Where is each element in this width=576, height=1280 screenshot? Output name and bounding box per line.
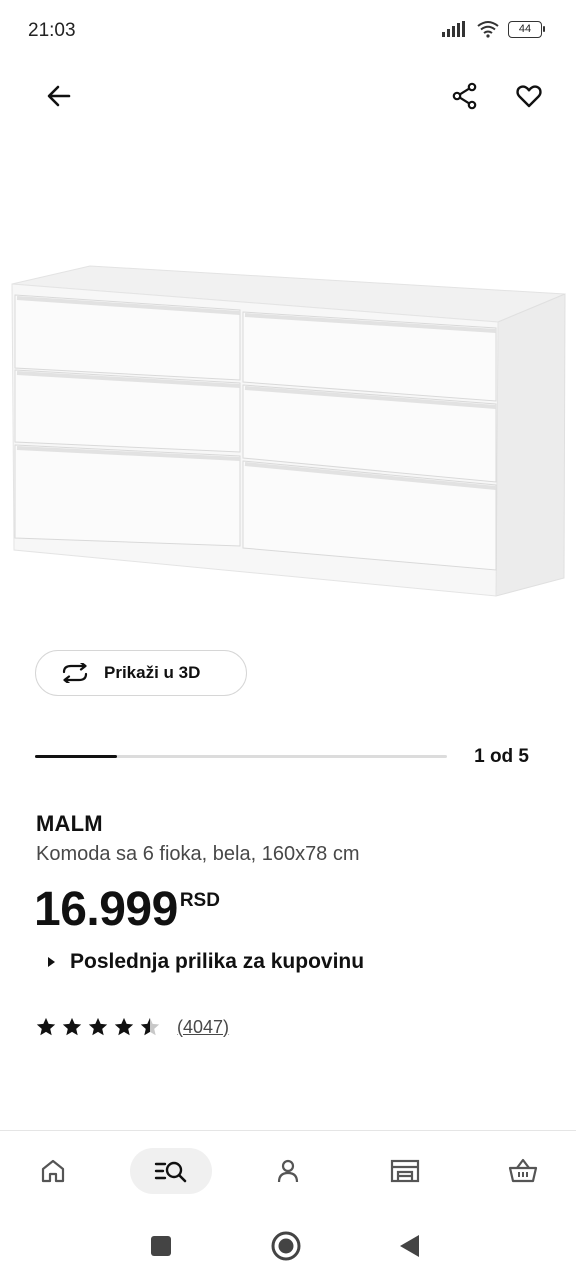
home-icon — [41, 1159, 65, 1183]
system-recents-button[interactable] — [139, 1224, 183, 1268]
battery-icon: 44 — [508, 20, 545, 38]
star-full-icon — [36, 1017, 56, 1036]
share-icon — [452, 82, 477, 110]
nav-cart[interactable] — [482, 1148, 564, 1194]
product-price: 16.999 RSD — [34, 882, 220, 938]
product-image[interactable] — [0, 240, 576, 610]
view-3d-button[interactable]: Prikaži u 3D — [35, 650, 247, 696]
gallery-progress-bar — [35, 755, 447, 758]
profile-icon — [277, 1159, 299, 1183]
bottom-navigation — [0, 1130, 576, 1210]
heart-icon — [516, 85, 542, 108]
price-currency: RSD — [179, 890, 220, 911]
back-triangle-icon — [400, 1235, 419, 1257]
back-button[interactable] — [35, 72, 83, 120]
status-icons: 44 — [442, 20, 545, 38]
wifi-icon — [477, 21, 499, 38]
top-bar — [0, 62, 576, 132]
availability-link[interactable]: Poslednja prilika za kupovinu — [46, 950, 364, 974]
favorite-button[interactable] — [505, 72, 553, 120]
basket-icon — [508, 1158, 538, 1183]
gallery-page-indicator: 1 od 5 — [474, 746, 529, 767]
review-count-link[interactable]: (4047) — [177, 1017, 229, 1038]
product-description: Komoda sa 6 fioka, bela, 160x78 cm — [36, 843, 360, 865]
status-time: 21:03 — [28, 20, 76, 41]
product-rating[interactable]: (4047) — [35, 1016, 229, 1038]
nav-store[interactable] — [364, 1148, 446, 1194]
product-name: MALM — [36, 811, 103, 836]
view-3d-label: Prikaži u 3D — [104, 663, 201, 682]
system-back-button[interactable] — [388, 1224, 432, 1268]
triangle-right-icon — [48, 957, 55, 967]
nav-profile[interactable] — [247, 1148, 329, 1194]
star-full-icon — [62, 1017, 82, 1036]
search-list-icon — [154, 1161, 187, 1183]
home-circle-icon — [271, 1231, 301, 1261]
dresser-image — [11, 265, 566, 597]
store-icon — [390, 1159, 420, 1183]
star-half-icon — [140, 1017, 160, 1036]
availability-label: Poslednja prilika za kupovinu — [70, 950, 365, 973]
rotate-3d-icon — [62, 663, 88, 683]
signal-icon — [442, 21, 465, 37]
gallery-progress-fill — [35, 755, 118, 758]
recents-icon — [151, 1236, 171, 1256]
back-arrow-icon — [47, 85, 71, 107]
system-navigation — [0, 1212, 576, 1280]
star-full-icon — [114, 1017, 134, 1036]
status-bar: 21:03 44 — [0, 0, 576, 62]
share-button[interactable] — [441, 72, 489, 120]
star-full-icon — [88, 1017, 108, 1036]
price-amount: 16.999 — [34, 883, 178, 936]
nav-search[interactable] — [130, 1148, 212, 1194]
nav-home[interactable] — [12, 1148, 94, 1194]
system-home-button[interactable] — [264, 1224, 308, 1268]
